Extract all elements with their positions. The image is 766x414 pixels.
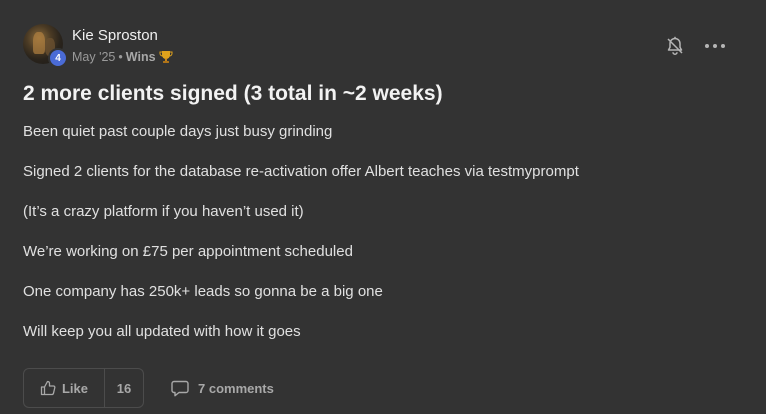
trophy-icon [159,51,173,63]
comments-button[interactable]: 7 comments [171,378,274,398]
more-dot [705,44,709,48]
post-body-line: One company has 250k+ leads so gonna be … [23,283,383,300]
comment-icon [171,380,189,396]
thumbs-up-icon [40,380,56,396]
post-card: 4 Kie Sproston May '25 • Wins 2 more cli… [0,0,766,414]
avatar-figure [33,32,45,54]
more-dot [721,44,725,48]
post-body-line: Been quiet past couple days just busy gr… [23,123,333,140]
post-date[interactable]: May '25 [72,50,115,64]
like-count[interactable]: 16 [105,369,143,407]
like-label: Like [61,380,88,396]
post-body-line: Signed 2 clients for the database re-act… [23,163,579,180]
like-button[interactable]: Like [24,369,105,407]
bell-off-icon[interactable] [666,36,684,56]
more-options-icon[interactable] [705,38,725,54]
post-meta: May '25 • Wins [72,50,173,64]
post-category[interactable]: Wins [126,50,156,64]
post-body-line: (It’s a crazy platform if you haven’t us… [23,203,304,220]
more-dot [713,44,717,48]
level-badge: 4 [48,48,68,68]
author-name[interactable]: Kie Sproston [72,27,158,44]
post-body-line: Will keep you all updated with how it go… [23,323,301,340]
post-title: 2 more clients signed (3 total in ~2 wee… [23,82,443,105]
post-body-line: We’re working on £75 per appointment sch… [23,243,353,260]
meta-separator: • [118,50,123,64]
comments-label: 7 comments [198,380,274,396]
like-group: Like 16 [23,368,144,408]
